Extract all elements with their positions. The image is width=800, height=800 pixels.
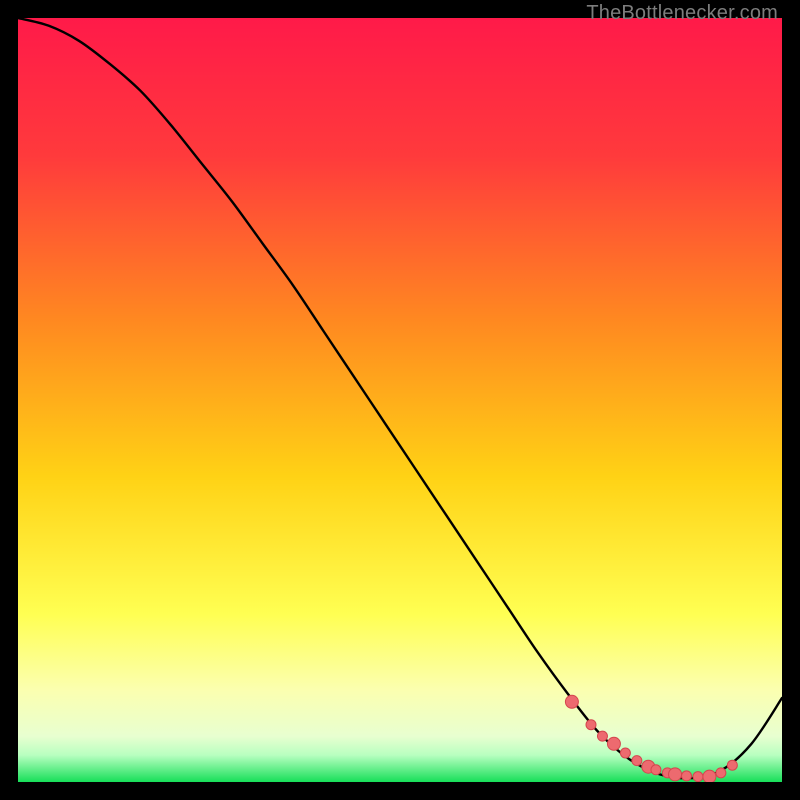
marker-point — [682, 771, 692, 781]
marker-point — [669, 768, 682, 781]
marker-point — [586, 720, 596, 730]
marker-point — [727, 760, 737, 770]
marker-point — [565, 695, 578, 708]
marker-point — [620, 748, 630, 758]
marker-point — [693, 772, 703, 782]
marker-point — [597, 731, 607, 741]
chart-frame — [18, 18, 782, 782]
marker-point — [607, 737, 620, 750]
bottleneck-chart — [18, 18, 782, 782]
marker-point — [632, 756, 642, 766]
marker-point — [651, 765, 661, 775]
gradient-background — [18, 18, 782, 782]
marker-point — [703, 770, 716, 782]
marker-point — [716, 768, 726, 778]
watermark-label: TheBottlenecker.com — [586, 2, 778, 25]
